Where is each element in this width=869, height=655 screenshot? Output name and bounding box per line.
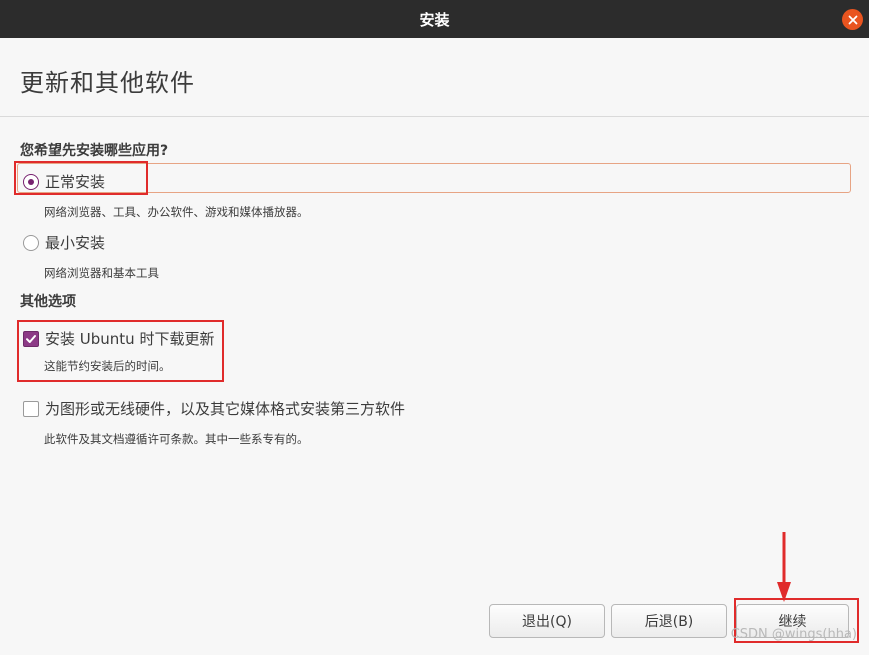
checkbox-third-party[interactable]: 为图形或无线硬件，以及其它媒体格式安装第三方软件	[23, 398, 405, 419]
quit-button[interactable]: 退出(Q)	[489, 604, 605, 638]
install-type-question: 您希望先安装哪些应用?	[20, 143, 169, 159]
page-header: 更新和其他软件	[0, 38, 869, 117]
window-title: 安装	[419, 10, 450, 29]
radio-minimal-install[interactable]: 最小安装	[23, 232, 105, 253]
checkbox-third-party-label: 为图形或无线硬件，以及其它媒体格式安装第三方软件	[45, 400, 406, 418]
radio-button-unchecked[interactable]	[23, 234, 39, 251]
window-titlebar: 安装	[0, 0, 869, 38]
third-party-description: 此软件及其文档遵循许可条款。其中一些系专有的。	[44, 432, 309, 446]
checkbox-unchecked[interactable]	[23, 400, 39, 417]
annotation-box-normal-install	[14, 161, 148, 195]
annotation-arrow-icon	[777, 532, 791, 602]
close-button[interactable]	[842, 9, 863, 30]
radio-minimal-install-label: 最小安装	[45, 234, 106, 252]
watermark: CSDN @wings(hha)	[730, 627, 857, 642]
back-button[interactable]: 后退(B)	[611, 604, 727, 638]
close-icon	[848, 15, 857, 24]
other-options-heading: 其他选项	[20, 294, 76, 310]
annotation-box-download-updates	[17, 320, 224, 382]
page-title: 更新和其他软件	[20, 69, 195, 97]
normal-install-description: 网络浏览器、工具、办公软件、游戏和媒体播放器。	[44, 205, 309, 219]
minimal-install-description: 网络浏览器和基本工具	[44, 266, 159, 280]
